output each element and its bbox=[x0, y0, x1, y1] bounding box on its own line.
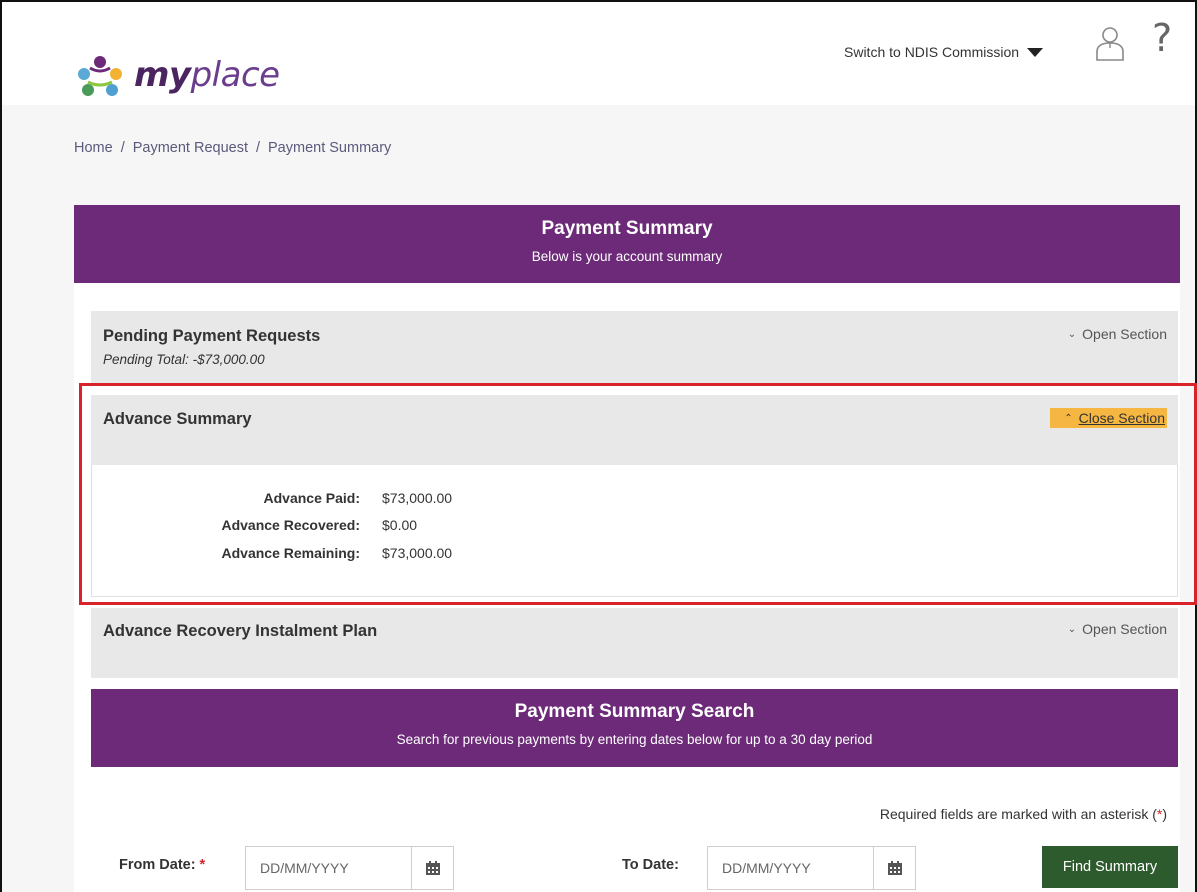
to-date-label: To Date: bbox=[622, 857, 679, 873]
required-fields-note: Required fields are marked with an aster… bbox=[879, 806, 1167, 822]
open-section-button[interactable]: ⌄ Open Section bbox=[1068, 621, 1167, 637]
pending-total: Pending Total: -$73,000.00 bbox=[103, 352, 265, 367]
section-title: Pending Payment Requests bbox=[103, 327, 321, 345]
highlight-box bbox=[79, 383, 1197, 605]
open-section-button[interactable]: ⌄ Open Section bbox=[1068, 326, 1167, 342]
calendar-icon[interactable] bbox=[411, 847, 453, 889]
from-date-label: From Date: * bbox=[119, 857, 206, 873]
caret-down-icon bbox=[1027, 47, 1044, 57]
page-subtitle: Below is your account summary bbox=[531, 249, 723, 264]
payment-summary-banner: Payment Summary Below is your account su… bbox=[74, 205, 1180, 283]
to-date-field bbox=[707, 846, 916, 890]
required-asterisk: * bbox=[199, 857, 206, 873]
toggle-label: Open Section bbox=[1082, 621, 1167, 637]
pending-payment-requests-section: Pending Payment Requests Pending Total: … bbox=[91, 311, 1178, 384]
help-icon[interactable]: ? bbox=[1152, 16, 1172, 60]
breadcrumb: Home / Payment Request / Payment Summary bbox=[74, 140, 391, 156]
header: myplace Switch to NDIS Commission ? bbox=[2, 2, 1195, 105]
myplace-logo[interactable]: myplace bbox=[74, 50, 280, 100]
find-summary-button[interactable]: Find Summary bbox=[1042, 846, 1178, 888]
toggle-label: Open Section bbox=[1082, 326, 1167, 342]
breadcrumb-current: Payment Summary bbox=[268, 140, 392, 156]
advance-recovery-plan-section: Advance Recovery Instalment Plan ⌄ Open … bbox=[91, 608, 1178, 678]
payment-summary-search-banner: Payment Summary Search Search for previo… bbox=[91, 689, 1178, 767]
breadcrumb-separator: / bbox=[255, 140, 261, 156]
calendar-icon[interactable] bbox=[873, 847, 915, 889]
from-date-input[interactable] bbox=[246, 847, 411, 889]
breadcrumb-home[interactable]: Home bbox=[74, 140, 113, 156]
search-subtitle: Search for previous payments by entering… bbox=[396, 732, 873, 747]
to-date-input[interactable] bbox=[708, 847, 873, 889]
breadcrumb-payment-request[interactable]: Payment Request bbox=[133, 140, 248, 156]
chevron-down-icon: ⌄ bbox=[1067, 623, 1077, 635]
myplace-logo-icon bbox=[78, 56, 122, 96]
page-title: Payment Summary bbox=[541, 218, 713, 239]
breadcrumb-separator: / bbox=[120, 140, 125, 156]
user-icon[interactable] bbox=[1094, 26, 1126, 67]
chevron-down-icon: ⌄ bbox=[1067, 328, 1077, 340]
section-title: Advance Recovery Instalment Plan bbox=[103, 622, 378, 640]
search-title: Payment Summary Search bbox=[514, 701, 755, 722]
switch-to-commission-link[interactable]: Switch to NDIS Commission bbox=[844, 44, 1044, 60]
from-date-field bbox=[245, 846, 454, 890]
logo-text: myplace bbox=[134, 55, 280, 95]
switch-label: Switch to NDIS Commission bbox=[844, 44, 1020, 60]
